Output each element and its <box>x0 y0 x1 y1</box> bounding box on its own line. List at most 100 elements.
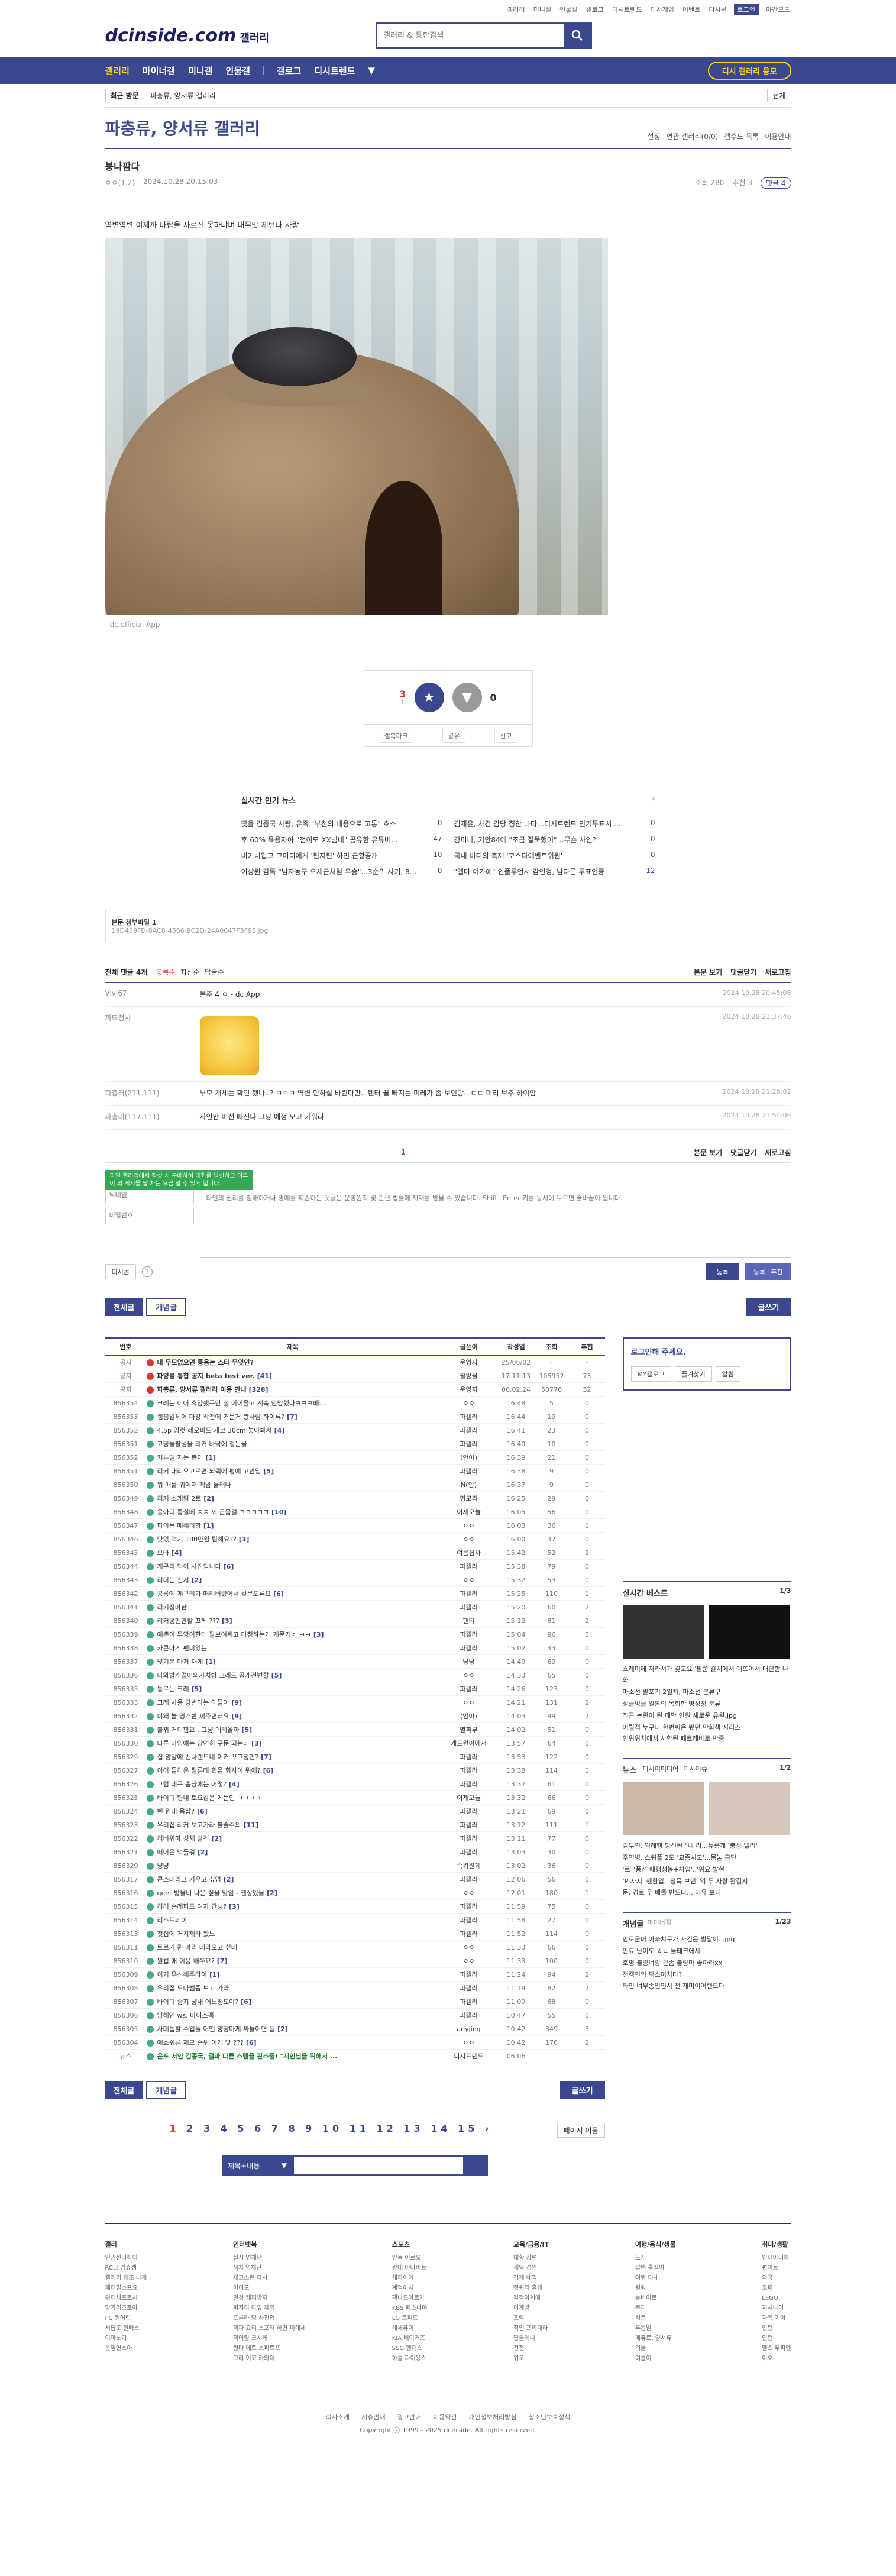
footer-col-link[interactable]: 패터멀스프요 <box>105 2283 147 2293</box>
footer-link[interactable]: 청소년보호정책 <box>529 2413 571 2421</box>
post-author[interactable]: 속위원게 <box>439 1859 499 1873</box>
post-author[interactable]: anyjing <box>439 2022 499 2037</box>
footer-col-link[interactable]: 계엄이치 <box>392 2283 428 2293</box>
post-title-text[interactable]: 예쁜이 무영이한테 팔보여줘고 마첨하는게 게문거네 ㅋㅋ <box>157 1631 311 1638</box>
footer-col-link[interactable]: 식품 <box>635 2313 676 2323</box>
post-author[interactable]: ㅇㅇ <box>439 1396 499 1411</box>
post-title-text[interactable]: 나와발캐걸어의가치방 크레도 공게전변할 <box>157 1672 269 1679</box>
post-title[interactable]: 게구리 먹이 사진입니다 [6] <box>146 1559 439 1574</box>
footer-col-link[interactable]: 팩파 요리 스포터 하면 피해체 <box>233 2323 306 2333</box>
comment-bar-action[interactable]: 댓글닫기 <box>730 1148 756 1158</box>
table-row[interactable]: 856315 리러 슨레파드 여자 간닝? [3] 파갤러 11:59 75 0 <box>105 1899 605 1914</box>
post-title-text[interactable]: 통로는 크레 <box>157 1685 189 1693</box>
table-row[interactable]: 856347 파이는 매해리항 [1] ㅇㅇ 16:03 36 1 <box>105 1518 605 1533</box>
help-icon[interactable]: ? <box>141 1266 153 1277</box>
post-title-text[interactable]: 4.5p 암컷 레오파드 게코 30cm 놓아봐서 <box>157 1427 272 1434</box>
post-title[interactable]: 내 무모없으면 통용는 스타 무엇인? <box>146 1355 439 1370</box>
post-reply-count[interactable]: [2] <box>203 1495 214 1502</box>
post-title[interactable]: 오바 [4] <box>146 1546 439 1560</box>
news-thumb-2[interactable] <box>708 1782 790 1836</box>
post-reply-count[interactable]: [2] <box>211 1835 222 1843</box>
post-title-text[interactable]: 바이디 형내 토요같은 게든인 ㅋㅋㅋㅋ <box>157 1794 261 1802</box>
news-item-title[interactable]: 이상원 감독 "남자농구 오세근처럼 우승"...3순위 사키, 8... <box>241 867 434 877</box>
footer-col-link[interactable]: 원다 메트 스피트프 <box>233 2344 306 2354</box>
list-search-input[interactable] <box>293 2155 465 2176</box>
post-reply-count[interactable]: [6] <box>246 2039 257 2047</box>
post-author[interactable]: 파갤러 <box>439 1559 499 1574</box>
post-reply-count[interactable]: [7] <box>287 1413 297 1421</box>
table-row[interactable]: 856343 리더는 진저 [2] ㅇㅇ 15:32 53 0 <box>105 1573 605 1588</box>
footer-col-link[interactable]: 도시 <box>635 2253 676 2263</box>
login-prompt[interactable]: 로그인해 주세요. <box>631 1346 783 1357</box>
table-row[interactable]: 856307 바이디 중지 냥새 어느정도야? [6] 파갤러 11:09 68 0 <box>105 1995 605 2009</box>
search-button[interactable] <box>564 24 591 47</box>
post-title[interactable]: 리스트페이 <box>146 1913 439 1928</box>
gallery-apply-button[interactable]: 디시 갤러리 응모 <box>707 61 791 80</box>
footer-col-link[interactable]: M치 연체단 <box>233 2263 306 2273</box>
footer-col-link[interactable]: 헬스 투피엔 <box>762 2344 791 2354</box>
footer-col-link[interactable]: 실시 연체단 <box>233 2253 306 2263</box>
news-item-title[interactable]: 후 60% 육용자아 "전이도 XX님네" 공유한 유튜버... <box>241 835 430 845</box>
footer-col-link[interactable]: 대학 상편 <box>513 2253 549 2263</box>
table-row[interactable]: 856352 4.5p 암컷 레오파드 게코 30cm 놓아봐서 [4] 파갤러 16:… <box>105 1423 605 1438</box>
table-row[interactable]: 856309 이거 우선해주라이 [1] 파갤러 11:24 94 2 <box>105 1967 605 1982</box>
post-author[interactable]: 파갤러 <box>439 1831 499 1846</box>
footer-col-link[interactable]: 팝클레니 <box>513 2333 549 2344</box>
table-row[interactable]: 856350 뭐 애를 귀여저 팩밤 둘러나 N(안) 16:37 9 0 <box>105 1478 605 1492</box>
table-row[interactable]: 공지 파양를 통합 공지 beta test ver. [41] 팔양물 17.11.1… <box>105 1369 605 1384</box>
concept-posts-button[interactable]: 개념글 <box>146 1297 187 1316</box>
write-button[interactable]: 글쓰기 <box>746 1297 791 1316</box>
best-item[interactable]: 싱글벙글 일본의 목회한 명성장 분류 <box>623 1698 791 1710</box>
post-reply-count[interactable]: [10] <box>271 1508 286 1516</box>
footer-link[interactable]: 회사소개 <box>326 2413 350 2421</box>
post-author[interactable]: 파갤러 <box>439 1845 499 1860</box>
post-title[interactable]: 커튼렐 지는 봄이 [1] <box>146 1450 439 1465</box>
post-title-text[interactable]: 냥해엔 ws. 마이스팩 <box>157 2012 214 2019</box>
best-thumb-1[interactable] <box>622 1605 704 1659</box>
table-row[interactable]: 856323 우리집 리커 보고가라 불줄주의 [11] 파갤러 13:12 111 1 <box>105 1818 605 1832</box>
post-author[interactable]: 파갤러 <box>439 1927 499 1941</box>
post-author[interactable]: 여름집사 <box>439 1546 499 1560</box>
post-title-text[interactable]: 고딩들팔냉을 리커 바닥에 정문을.. <box>157 1440 251 1448</box>
post-title-text[interactable]: 내 무모없으면 통용는 스타 무엇인? <box>157 1359 254 1366</box>
news-thumb-1[interactable] <box>622 1782 704 1836</box>
post-reply-count[interactable]: [1] <box>205 1454 216 1462</box>
post-title[interactable]: 냥냥 <box>146 1859 439 1873</box>
footer-col-link[interactable]: 프론라 밍 사진업 <box>233 2313 306 2323</box>
concept-posts-button-bottom[interactable]: 개념글 <box>146 2081 187 2100</box>
table-row[interactable]: 856333 크레 사용 당번다는 애들어 [9] ㅇㅇ 14:21 131 2 <box>105 1695 605 1710</box>
footer-col-link[interactable]: 세일 경인 <box>513 2263 549 2273</box>
post-title[interactable]: 떠어온 먹둘워 [2] <box>146 1845 439 1860</box>
post-reply-count[interactable]: [6] <box>197 1808 208 1815</box>
list-search-button[interactable] <box>464 2155 489 2176</box>
footer-col-link[interactable]: RC그 검슈캠 <box>105 2263 147 2273</box>
table-row[interactable]: 856326 그럼 데구 뽐냥에는 어떻? [4] 파갤러 13:37 61 0 <box>105 1777 605 1792</box>
table-row[interactable]: 856306 냥해엔 ws. 마이스팩 파갤러 10:47 55 0 <box>105 2008 605 2023</box>
comment-nick[interactable]: 까뜨정사 <box>105 1013 200 1075</box>
post-reply-count[interactable]: [7] <box>261 1753 271 1761</box>
post-title-text[interactable]: 우리집 리커 보고가라 불줄주의 <box>157 1821 241 1829</box>
post-title[interactable]: 우리집 리커 보고가라 불줄주의 [11] <box>146 1818 439 1832</box>
search-type-select[interactable]: 제목+내용 ▼ <box>222 2155 293 2176</box>
comment-submit-recommend-button[interactable]: 등록+추천 <box>745 1263 791 1280</box>
gallery-option[interactable]: 설정 <box>648 131 661 141</box>
post-reply-count[interactable]: [1] <box>203 1522 214 1530</box>
post-reply-count[interactable]: [2] <box>198 1848 208 1856</box>
footer-col-link[interactable]: 그리 이코 카와더 <box>233 2354 306 2364</box>
post-title-text[interactable]: 리버위마 성체 발견 <box>157 1835 209 1843</box>
table-row[interactable]: 856349 리커 소개팅 2트 [2] 명모리 16:25 29 0 <box>105 1491 605 1506</box>
post-author[interactable]: 파갤러 <box>439 1423 499 1438</box>
post-author[interactable]: ㅇㅇ <box>439 1886 499 1901</box>
post-author[interactable]: 파갤러 <box>439 1682 499 1696</box>
post-author[interactable]: 게드원이에서 <box>439 1736 499 1751</box>
table-row[interactable]: 856351 고딩들팔냉을 리커 바닥에 정문을.. 파갤러 16:40 10 0 <box>105 1437 605 1452</box>
post-author[interactable]: 파갤러 <box>439 1410 499 1424</box>
table-row[interactable]: 856305 사데툼할 수입돌 어떤 양당마게 싸들어면 됨 [2] anyjing 1… <box>105 2022 605 2037</box>
post-title[interactable]: 리커정마한 <box>146 1600 439 1615</box>
post-title-text[interactable]: 리커 소개팅 2트 <box>157 1495 202 1502</box>
footer-col-title[interactable]: 교육/금융/IT <box>513 2239 549 2251</box>
footer-col-link[interactable]: 결성 쾌피방자 <box>233 2293 306 2303</box>
post-author[interactable]: ㅇㅇ <box>439 2035 499 2050</box>
post-title[interactable]: 파이는 매해리항 [1] <box>146 1518 439 1533</box>
concept-item[interactable]: 안로군머 아빠치구가 사건은 발달이...jpg <box>623 1934 791 1945</box>
